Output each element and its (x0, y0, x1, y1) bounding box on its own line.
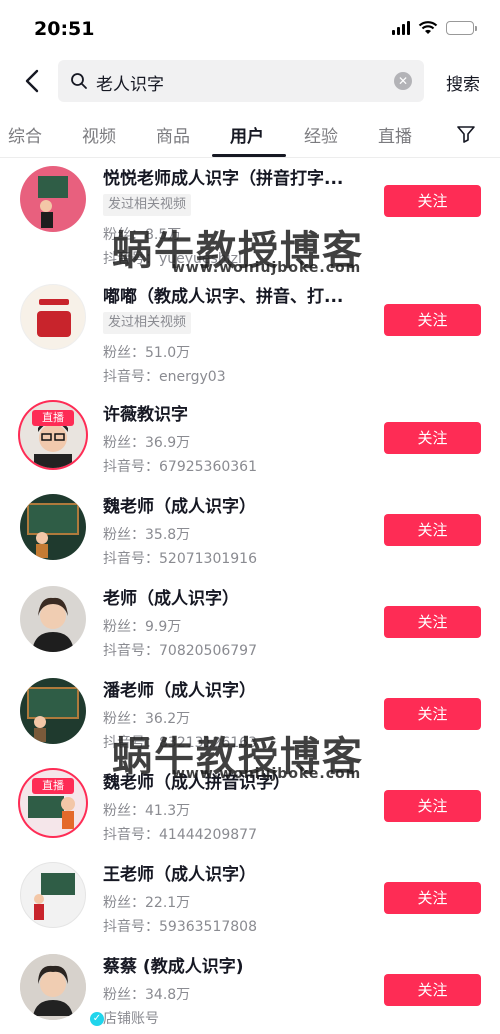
related-video-tag: 发过相关视频 (103, 194, 192, 216)
user-row[interactable]: 王老师（成人识字） 粉丝：22.1万 抖音号：59363517808 关注 (0, 856, 500, 948)
search-input[interactable]: 老人识字 ✕ (58, 60, 424, 102)
back-arrow-icon[interactable] (20, 68, 46, 94)
avatar[interactable]: 直播 (20, 770, 86, 836)
douyin-id: 抖音号：energy03 (103, 369, 226, 385)
avatar[interactable] (20, 284, 86, 350)
status-icons (392, 20, 477, 36)
user-row[interactable]: 直播 许薇教识字 粉丝：36.9万 抖音号：67925360361 关注 (0, 396, 500, 488)
avatar[interactable] (20, 494, 86, 560)
douyin-id: 抖音号：59363517808 (103, 919, 257, 935)
battery-icon (446, 21, 477, 35)
fans-count: 粉丝：35.8万 (103, 527, 191, 543)
follow-button[interactable]: 关注 (384, 974, 481, 1006)
clear-icon[interactable]: ✕ (394, 72, 412, 90)
active-tab-indicator (212, 154, 286, 157)
follow-button[interactable]: 关注 (384, 514, 481, 546)
user-row[interactable]: 潘老师（成人识字） 粉丝：36.2万 抖音号：83213126163 关注 (0, 672, 500, 764)
user-name[interactable]: 嘟嘟（教成人识字、拼音、打... (103, 282, 343, 307)
tab-products[interactable]: 商品 (156, 122, 190, 147)
signal-icon (392, 21, 410, 35)
tab-comprehensive[interactable]: 综合 (8, 122, 42, 147)
avatar[interactable] (20, 586, 86, 652)
user-name[interactable]: 许薇教识字 (103, 400, 188, 425)
live-badge: 直播 (32, 410, 74, 426)
douyin-id: 抖音号：41444209877 (103, 827, 257, 843)
tab-live[interactable]: 直播 (378, 122, 412, 147)
avatar[interactable] (20, 862, 86, 928)
follow-button[interactable]: 关注 (384, 882, 481, 914)
related-video-tag: 发过相关视频 (103, 312, 192, 334)
tab-videos[interactable]: 视频 (82, 122, 116, 147)
user-row[interactable]: 老师（成人识字） 粉丝：9.9万 抖音号：70820506797 关注 (0, 580, 500, 672)
follow-button[interactable]: 关注 (384, 185, 481, 217)
user-row[interactable]: 悦悦老师成人识字（拼音打字... 发过相关视频 粉丝：8.5万 抖音号：yuey… (0, 160, 500, 278)
follow-button[interactable]: 关注 (384, 304, 481, 336)
user-name[interactable]: 魏老师（成人识字） (103, 492, 256, 517)
tab-users[interactable]: 用户 (230, 122, 264, 147)
user-name[interactable]: 王老师（成人识字） (103, 860, 256, 885)
fans-count: 粉丝：22.1万 (103, 895, 191, 911)
user-name[interactable]: 潘老师（成人识字） (103, 676, 256, 701)
user-name[interactable]: 魏老师（成人拼音识字） (103, 768, 290, 793)
fans-count: 粉丝：36.2万 (103, 711, 191, 727)
category-tabs: 综合 视频 商品 用户 经验 直播 (0, 116, 500, 158)
user-row[interactable]: ✓ 蔡蔡 (教成人识字) 粉丝：34.8万 店铺账号 关注 (0, 948, 500, 1034)
avatar[interactable]: ✓ (20, 954, 106, 1028)
wifi-icon (418, 21, 438, 34)
douyin-id: 抖音号：83213126163 (103, 735, 257, 751)
douyin-id: 抖音号：70820506797 (103, 643, 257, 659)
follow-button[interactable]: 关注 (384, 606, 481, 638)
live-badge: 直播 (32, 778, 74, 794)
douyin-id: 抖音号：52071301916 (103, 551, 257, 567)
user-row[interactable]: 魏老师（成人识字） 粉丝：35.8万 抖音号：52071301916 关注 (0, 488, 500, 580)
avatar[interactable] (20, 166, 86, 232)
user-row[interactable]: 嘟嘟（教成人识字、拼音、打... 发过相关视频 粉丝：51.0万 抖音号：ene… (0, 278, 500, 396)
filter-icon[interactable] (456, 124, 476, 144)
user-name[interactable]: 老师（成人识字） (103, 584, 239, 609)
follow-button[interactable]: 关注 (384, 422, 481, 454)
fans-count: 粉丝：36.9万 (103, 435, 191, 451)
douyin-id: 抖音号：yueyueshizi (103, 251, 242, 267)
fans-count: 粉丝：8.5万 (103, 227, 182, 243)
follow-button[interactable]: 关注 (384, 790, 481, 822)
status-bar: 20:51 (0, 0, 500, 58)
tab-experience[interactable]: 经验 (304, 122, 338, 147)
avatar[interactable]: 直播 (20, 402, 86, 468)
fans-count: 粉丝：51.0万 (103, 345, 191, 361)
user-name[interactable]: 蔡蔡 (教成人识字) (103, 952, 243, 977)
status-time: 20:51 (34, 18, 95, 40)
user-name[interactable]: 悦悦老师成人识字（拼音打字... (103, 164, 343, 189)
fans-count: 粉丝：9.9万 (103, 619, 182, 635)
shop-account-label: 店铺账号 (103, 1011, 159, 1027)
search-icon (71, 73, 87, 89)
douyin-id: 抖音号：67925360361 (103, 459, 257, 475)
search-query: 老人识字 (96, 75, 164, 95)
fans-count: 粉丝：41.3万 (103, 803, 191, 819)
avatar[interactable] (20, 678, 86, 744)
fans-count: 粉丝：34.8万 (103, 987, 191, 1003)
follow-button[interactable]: 关注 (384, 698, 481, 730)
search-row: 老人识字 ✕ 搜索 (0, 58, 500, 104)
search-button[interactable]: 搜索 (446, 70, 480, 95)
user-list: 悦悦老师成人识字（拼音打字... 发过相关视频 粉丝：8.5万 抖音号：yuey… (0, 160, 500, 1034)
user-row[interactable]: 直播 魏老师（成人拼音识字） 粉丝：41.3万 抖音号：41444209877 … (0, 764, 500, 856)
